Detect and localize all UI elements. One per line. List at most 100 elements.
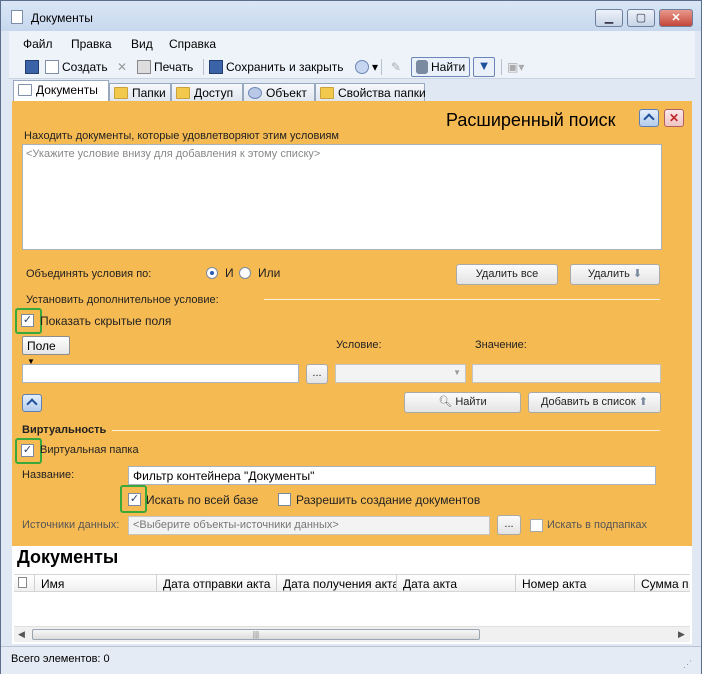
divider xyxy=(112,430,660,431)
condition-label: Условие: xyxy=(336,339,382,351)
create-button[interactable]: Создать xyxy=(45,60,108,74)
radio-and[interactable] xyxy=(206,267,218,279)
conditions-placeholder: <Укажите условие внизу для добавления к … xyxy=(26,148,321,160)
menu-edit[interactable]: Правка xyxy=(71,37,112,51)
folder-icon xyxy=(114,87,128,99)
find-label: Найти xyxy=(431,60,466,74)
scroll-right-icon[interactable]: ▶ xyxy=(678,629,685,640)
tab-strip: Документы Папки Доступ Объект Свойства п… xyxy=(9,79,695,102)
arrow-up-icon: ⬆ xyxy=(638,396,648,408)
arrow-down-icon: ⬇ xyxy=(632,268,643,280)
condition-select[interactable]: ▼ xyxy=(335,364,466,383)
column-name[interactable]: Имя xyxy=(34,575,156,592)
search-subfolders-label: Искать в подпапках xyxy=(547,519,648,531)
radio-and-label: И xyxy=(225,266,234,280)
name-label: Название: xyxy=(22,469,75,481)
delete-all-button[interactable]: Удалить все xyxy=(456,264,558,285)
create-label: Создать xyxy=(62,60,108,74)
advanced-search-panel: Расширенный поиск ✕ Находить документы, … xyxy=(12,101,692,546)
show-hidden-checkbox[interactable]: ✓ xyxy=(21,314,34,327)
virtuality-heading: Виртуальность xyxy=(22,424,107,436)
find-condition-button[interactable]: 🔍︎ Найти xyxy=(404,392,521,413)
delete-button[interactable]: Удалить ⬇ xyxy=(570,264,660,285)
tab-label: Свойства папки xyxy=(338,86,426,100)
column-received-date[interactable]: Дата получения акта xyxy=(276,575,396,592)
row-icon-column xyxy=(14,575,34,592)
menu-view[interactable]: Вид xyxy=(131,37,153,51)
tab-folders[interactable]: Папки xyxy=(109,83,171,102)
horizontal-scrollbar[interactable]: ◀ ||| ▶ xyxy=(14,626,690,642)
tab-object[interactable]: Объект xyxy=(243,83,315,102)
title-bar: Документы ▁ ▢ ✕ xyxy=(1,1,701,31)
field-input[interactable] xyxy=(22,364,299,383)
toolbar-separator xyxy=(501,59,502,75)
save-close-button[interactable]: Сохранить и закрыть xyxy=(209,60,343,74)
save-close-label: Сохранить и закрыть xyxy=(226,60,344,74)
documents-heading: Документы xyxy=(17,547,119,567)
search-all-checkbox[interactable]: ✓ xyxy=(128,493,141,506)
workflow-icon[interactable]: ▾ xyxy=(355,60,378,74)
value-input[interactable] xyxy=(472,364,661,383)
divider xyxy=(264,299,660,300)
scroll-left-icon[interactable]: ◀ xyxy=(18,629,25,640)
close-button[interactable]: ✕ xyxy=(659,9,693,27)
value-label: Значение: xyxy=(475,339,527,351)
conditions-list[interactable]: <Укажите условие внизу для добавления к … xyxy=(22,144,662,250)
search-all-label: Искать по всей базе xyxy=(146,493,259,507)
tab-documents[interactable]: Документы xyxy=(13,80,109,102)
grid-header: Имя Дата отправки акта Дата получения ак… xyxy=(14,574,690,592)
advanced-search-title: Расширенный поиск xyxy=(446,110,616,130)
toolbar-separator xyxy=(203,59,204,75)
column-act-number[interactable]: Номер акта xyxy=(515,575,634,592)
maximize-button[interactable]: ▢ xyxy=(627,9,655,27)
resize-grip-icon[interactable]: ⋰ xyxy=(683,659,692,670)
add-to-list-button[interactable]: Добавить в список ⬆ xyxy=(528,392,661,413)
allow-create-checkbox[interactable] xyxy=(278,493,291,506)
save-icon[interactable] xyxy=(25,60,42,74)
menu-file[interactable]: Файл xyxy=(23,37,53,51)
tab-label: Папки xyxy=(132,86,166,100)
field-dropdown[interactable]: Поле ▼ xyxy=(22,336,70,366)
printer-icon xyxy=(137,60,151,74)
window-title: Документы xyxy=(31,11,93,25)
sources-browse-button[interactable]: ... xyxy=(497,515,521,535)
status-text: Всего элементов: 0 xyxy=(11,653,110,665)
sources-label: Источники данных: xyxy=(22,519,120,531)
add-to-list-label: Добавить в список xyxy=(540,396,636,408)
find-button[interactable]: Найти xyxy=(411,57,471,77)
virtual-folder-label: Виртуальная папка xyxy=(40,444,139,456)
tab-access[interactable]: Доступ xyxy=(171,83,243,102)
minimize-button[interactable]: ▁ xyxy=(595,9,623,27)
field-browse-button[interactable]: ... xyxy=(306,364,328,384)
stamp-icon[interactable]: ▣▾ xyxy=(507,60,524,74)
print-button[interactable]: Печать xyxy=(137,60,193,74)
filter-icon[interactable]: ▼ xyxy=(473,57,495,77)
scroll-thumb[interactable]: ||| xyxy=(32,629,480,640)
sources-input[interactable]: <Выберите объекты-источники данных> xyxy=(128,516,490,535)
show-hidden-label: Показать скрытые поля xyxy=(40,314,172,328)
folder-icon xyxy=(320,87,334,99)
search-subfolders-checkbox[interactable] xyxy=(530,519,543,532)
close-search-button[interactable]: ✕ xyxy=(664,109,684,127)
name-input[interactable]: Фильтр контейнера "Документы" xyxy=(128,466,656,485)
column-sum[interactable]: Сумма п xyxy=(634,575,690,592)
virtual-folder-checkbox[interactable]: ✓ xyxy=(21,444,34,457)
tools-icon[interactable]: ✎ xyxy=(391,60,401,74)
collapse-search-button[interactable] xyxy=(639,109,659,127)
column-sent-date[interactable]: Дата отправки акта xyxy=(156,575,276,592)
binoculars-icon xyxy=(416,60,428,74)
allow-create-label: Разрешить создание документов xyxy=(296,493,481,507)
document-icon xyxy=(18,84,32,96)
window: Документы ▁ ▢ ✕ Файл Правка Вид Справка … xyxy=(0,0,702,674)
radio-or[interactable] xyxy=(239,267,251,279)
menu-help[interactable]: Справка xyxy=(169,37,216,51)
chevron-down-icon: ▼ xyxy=(453,368,461,377)
tab-label: Объект xyxy=(266,86,307,100)
delete-icon[interactable]: ✕ xyxy=(117,60,127,74)
menu-bar: Файл Правка Вид Справка xyxy=(9,31,695,55)
column-act-date[interactable]: Дата акта xyxy=(396,575,515,592)
combine-label: Объединять условия по: xyxy=(26,268,152,280)
collapse-condition-button[interactable] xyxy=(22,394,42,412)
field-dropdown-label: Поле xyxy=(27,339,56,353)
tab-folder-properties[interactable]: Свойства папки xyxy=(315,83,426,102)
